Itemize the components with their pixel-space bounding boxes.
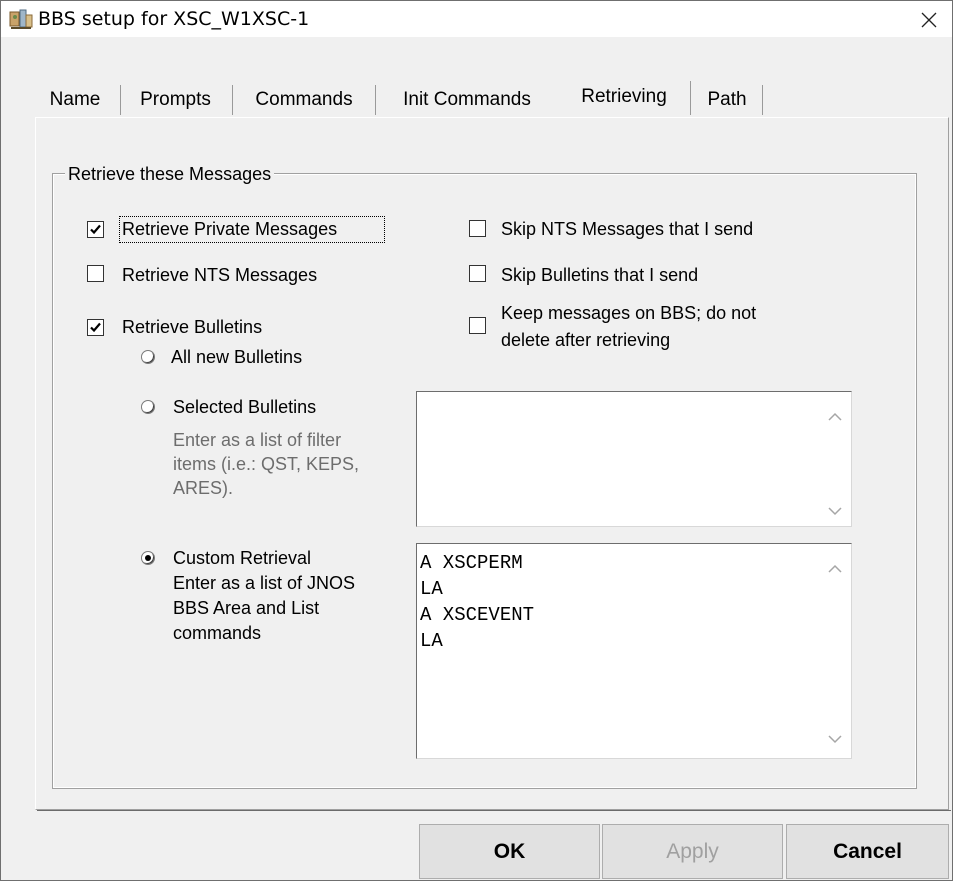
tab-divider <box>762 85 763 115</box>
tab-prompts[interactable]: Prompts <box>125 83 226 117</box>
skip-bulletins-label[interactable]: Skip Bulletins that I send <box>501 264 698 286</box>
close-button[interactable] <box>906 1 952 37</box>
retrieve-private-checkbox[interactable] <box>87 221 104 238</box>
selected-bulletins-textarea[interactable] <box>416 391 852 527</box>
bbs-app-icon <box>9 8 33 30</box>
selected-bulletins-label[interactable]: Selected Bulletins <box>173 396 316 418</box>
scroll-down-icon[interactable] <box>828 506 842 516</box>
tab-divider <box>690 81 691 115</box>
custom-retrieval-help-line3: commands <box>173 623 262 643</box>
bbs-setup-dialog: BBS setup for XSC_W1XSC-1 Name Prompts C… <box>0 0 953 881</box>
tab-name[interactable]: Name <box>38 83 112 117</box>
skip-bulletins-checkbox[interactable] <box>469 265 486 282</box>
apply-button[interactable]: Apply <box>602 824 783 879</box>
checkmark-icon <box>90 224 101 235</box>
window-title: BBS setup for XSC_W1XSC-1 <box>38 8 310 30</box>
close-icon <box>921 12 937 28</box>
tab-init-commands[interactable]: Init Commands <box>379 83 555 117</box>
keep-messages-checkbox[interactable] <box>469 317 486 334</box>
scroll-down-icon[interactable] <box>828 734 842 744</box>
selected-bulletins-radio[interactable] <box>141 400 155 414</box>
custom-retrieval-text: A XSCPERM LA A XSCEVENT LA <box>420 552 535 652</box>
custom-retrieval-radio[interactable] <box>141 551 155 565</box>
selected-bulletins-help-line1: Enter as a list of filter <box>173 430 342 450</box>
tab-retrieving[interactable]: Retrieving <box>561 77 687 117</box>
retrieve-nts-checkbox[interactable] <box>87 265 104 282</box>
retrieve-nts-label[interactable]: Retrieve NTS Messages <box>122 264 317 286</box>
skip-nts-checkbox[interactable] <box>469 220 486 237</box>
tab-commands[interactable]: Commands <box>237 83 371 117</box>
custom-retrieval-textarea[interactable]: A XSCPERM LA A XSCEVENT LA <box>416 543 852 759</box>
all-new-bulletins-label[interactable]: All new Bulletins <box>171 346 302 368</box>
group-title: Retrieve these Messages <box>65 163 275 185</box>
tab-path[interactable]: Path <box>695 83 759 117</box>
title-bar[interactable]: BBS setup for XSC_W1XSC-1 <box>1 1 952 37</box>
custom-retrieval-help-line2: BBS Area and List <box>173 598 320 618</box>
retrieve-bulletins-checkbox[interactable] <box>87 319 104 336</box>
custom-retrieval-help-line1: Enter as a list of JNOS <box>173 573 356 593</box>
cancel-button[interactable]: Cancel <box>786 824 949 879</box>
scroll-up-icon[interactable] <box>828 564 842 574</box>
custom-retrieval-label[interactable]: Custom Retrieval <box>173 547 311 569</box>
tab-divider <box>232 85 233 115</box>
scroll-up-icon[interactable] <box>828 412 842 422</box>
ok-button[interactable]: OK <box>419 824 600 879</box>
skip-nts-label[interactable]: Skip NTS Messages that I send <box>501 218 753 240</box>
panel-shadow <box>37 810 951 811</box>
tab-divider <box>120 85 121 115</box>
tab-divider <box>375 85 376 115</box>
all-new-bulletins-radio[interactable] <box>141 350 155 364</box>
selected-bulletins-help-line3: ARES). <box>173 478 234 498</box>
keep-messages-label-line1[interactable]: Keep messages on BBS; do not <box>501 302 756 324</box>
retrieve-bulletins-label[interactable]: Retrieve Bulletins <box>122 316 262 338</box>
keep-messages-label-line2[interactable]: delete after retrieving <box>501 329 670 351</box>
retrieve-private-label[interactable]: Retrieve Private Messages <box>122 218 337 240</box>
selected-bulletins-help-line2: items (i.e.: QST, KEPS, <box>173 454 360 474</box>
checkmark-icon <box>90 322 101 333</box>
